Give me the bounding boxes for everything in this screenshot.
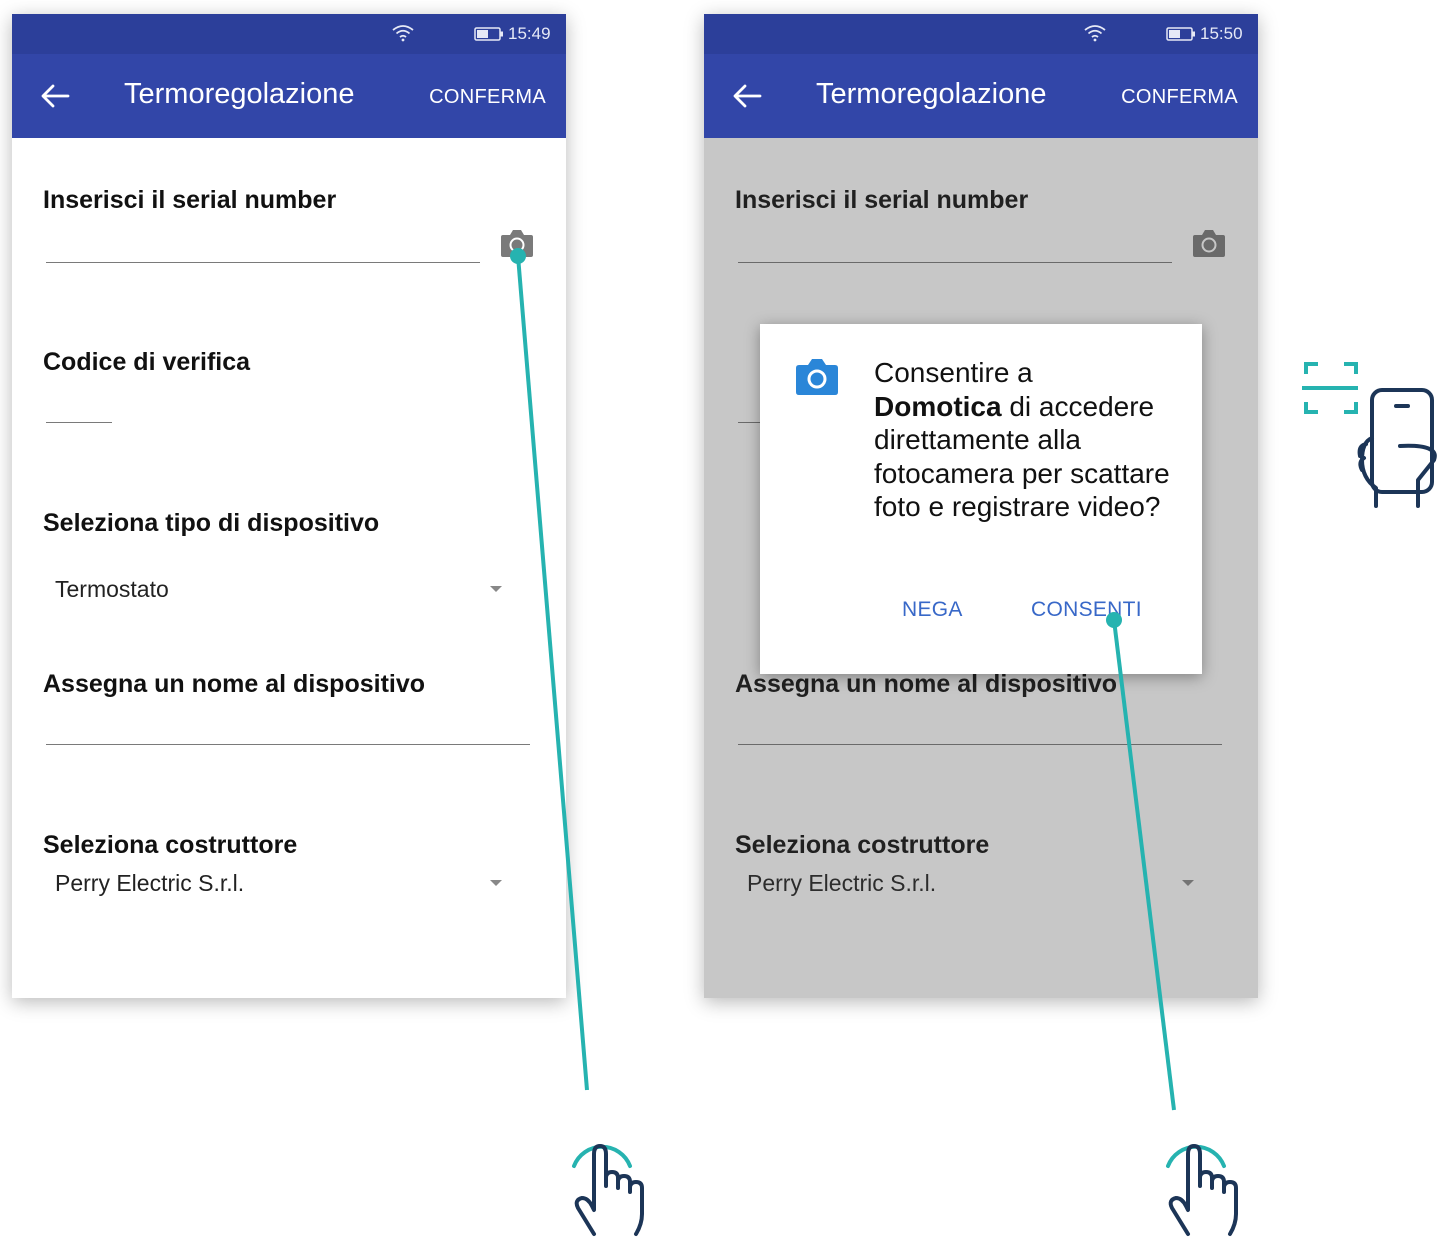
tap-line-right <box>1112 619 1176 1111</box>
tap-point-right <box>1106 612 1122 628</box>
tap-hand-icon <box>572 1144 644 1236</box>
tap-point-left <box>510 248 526 264</box>
tap-indicators <box>510 248 1176 1111</box>
tap-line-left <box>516 255 589 1091</box>
tap-hand-icon <box>1166 1144 1238 1236</box>
scan-phone-icon <box>1302 362 1437 508</box>
